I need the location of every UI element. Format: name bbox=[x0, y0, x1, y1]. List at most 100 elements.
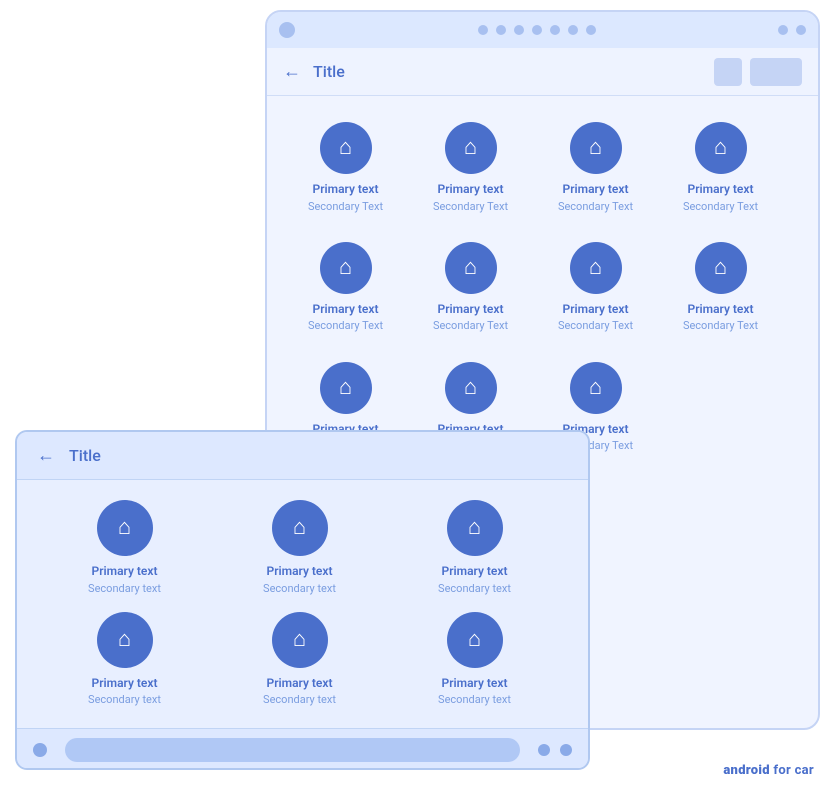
phone-toolbar-actions bbox=[714, 58, 802, 86]
item-secondary: Secondary text bbox=[88, 582, 161, 596]
item-secondary: Secondary Text bbox=[308, 200, 383, 214]
status-dot-large bbox=[279, 22, 295, 38]
tablet-home-icon-circle: ⌂ bbox=[447, 500, 503, 556]
home-icon: ⌂ bbox=[589, 257, 602, 279]
tablet-bottom-bar bbox=[17, 728, 588, 770]
home-icon: ⌂ bbox=[714, 137, 727, 159]
home-icon: ⌂ bbox=[589, 137, 602, 159]
home-icon-circle: ⌂ bbox=[320, 122, 372, 174]
bottom-dot-right-1 bbox=[538, 744, 550, 756]
status-dot-2 bbox=[496, 25, 506, 35]
phone-status-bar bbox=[267, 12, 818, 48]
phone-grid-item-2-3[interactable]: ⌂ Primary text Secondary Text bbox=[533, 232, 658, 344]
home-icon: ⌂ bbox=[468, 517, 481, 539]
tablet-home-icon-circle: ⌂ bbox=[447, 612, 503, 668]
tablet-home-icon-circle: ⌂ bbox=[97, 500, 153, 556]
tablet-grid-item-1-3[interactable]: ⌂ Primary text Secondary text bbox=[387, 492, 562, 604]
tablet-grid-item-2-3[interactable]: ⌂ Primary text Secondary text bbox=[387, 604, 562, 716]
item-secondary: Secondary text bbox=[88, 693, 161, 707]
item-primary: Primary text bbox=[438, 302, 504, 318]
tablet-grid-item-2-1[interactable]: ⌂ Primary text Secondary text bbox=[37, 604, 212, 716]
item-primary: Primary text bbox=[267, 564, 333, 580]
item-primary: Primary text bbox=[313, 182, 379, 198]
tablet-frame: ← Title ⌂ Primary text Secondary text ⌂ … bbox=[15, 430, 590, 770]
item-primary: Primary text bbox=[442, 676, 508, 692]
home-icon: ⌂ bbox=[468, 629, 481, 651]
home-icon-circle: ⌂ bbox=[570, 242, 622, 294]
android-label: android for car bbox=[723, 763, 814, 778]
item-secondary: Secondary Text bbox=[558, 319, 633, 333]
phone-grid-item-1-2[interactable]: ⌂ Primary text Secondary Text bbox=[408, 112, 533, 224]
home-icon-circle: ⌂ bbox=[570, 362, 622, 414]
phone-grid-item-2-1[interactable]: ⌂ Primary text Secondary Text bbox=[283, 232, 408, 344]
home-icon: ⌂ bbox=[339, 257, 352, 279]
tablet-grid-item-1-1[interactable]: ⌂ Primary text Secondary text bbox=[37, 492, 212, 604]
phone-toolbar: ← Title bbox=[267, 48, 818, 96]
phone-grid-row-1: ⌂ Primary text Secondary Text ⌂ Primary … bbox=[283, 112, 802, 224]
tablet-home-icon-circle: ⌂ bbox=[97, 612, 153, 668]
phone-grid-item-1-3[interactable]: ⌂ Primary text Secondary Text bbox=[533, 112, 658, 224]
item-secondary: Secondary text bbox=[263, 582, 336, 596]
phone-grid-item-1-4[interactable]: ⌂ Primary text Secondary Text bbox=[658, 112, 783, 224]
item-primary: Primary text bbox=[688, 182, 754, 198]
item-secondary: Secondary Text bbox=[433, 200, 508, 214]
item-secondary: Secondary Text bbox=[683, 200, 758, 214]
home-icon: ⌂ bbox=[118, 517, 131, 539]
item-primary: Primary text bbox=[92, 676, 158, 692]
item-secondary: Secondary text bbox=[438, 582, 511, 596]
tablet-back-arrow[interactable]: ← bbox=[37, 445, 55, 466]
home-icon: ⌂ bbox=[339, 137, 352, 159]
phone-toolbar-button[interactable] bbox=[750, 58, 802, 86]
phone-title: Title bbox=[313, 62, 345, 81]
tablet-content: ⌂ Primary text Secondary text ⌂ Primary … bbox=[17, 480, 588, 728]
tablet-grid-item-1-2[interactable]: ⌂ Primary text Secondary text bbox=[212, 492, 387, 604]
phone-grid-item-1-1[interactable]: ⌂ Primary text Secondary Text bbox=[283, 112, 408, 224]
tablet-grid-row-2: ⌂ Primary text Secondary text ⌂ Primary … bbox=[37, 604, 568, 716]
tablet-home-icon-circle: ⌂ bbox=[272, 500, 328, 556]
tablet-toolbar: ← Title bbox=[17, 432, 588, 480]
item-primary: Primary text bbox=[92, 564, 158, 580]
status-dot-r2 bbox=[796, 25, 806, 35]
phone-grid-item-2-4[interactable]: ⌂ Primary text Secondary Text bbox=[658, 232, 783, 344]
home-icon-circle: ⌂ bbox=[445, 242, 497, 294]
home-icon: ⌂ bbox=[464, 137, 477, 159]
item-primary: Primary text bbox=[442, 564, 508, 580]
home-icon: ⌂ bbox=[464, 377, 477, 399]
item-secondary: Secondary Text bbox=[308, 319, 383, 333]
tablet-grid-item-2-2[interactable]: ⌂ Primary text Secondary text bbox=[212, 604, 387, 716]
item-secondary: Secondary text bbox=[438, 693, 511, 707]
home-icon-circle: ⌂ bbox=[445, 122, 497, 174]
home-icon: ⌂ bbox=[293, 629, 306, 651]
item-secondary: Secondary Text bbox=[683, 319, 758, 333]
status-dot-6 bbox=[568, 25, 578, 35]
home-icon-circle: ⌂ bbox=[445, 362, 497, 414]
item-secondary: Secondary text bbox=[263, 693, 336, 707]
home-icon-circle: ⌂ bbox=[570, 122, 622, 174]
phone-grid-item-2-2[interactable]: ⌂ Primary text Secondary Text bbox=[408, 232, 533, 344]
phone-back-arrow[interactable]: ← bbox=[283, 61, 301, 82]
tablet-title: Title bbox=[69, 446, 101, 465]
item-primary: Primary text bbox=[563, 302, 629, 318]
item-primary: Primary text bbox=[313, 302, 379, 318]
bottom-dot-right-2 bbox=[560, 744, 572, 756]
item-secondary: Secondary Text bbox=[433, 319, 508, 333]
status-dot-5 bbox=[550, 25, 560, 35]
tablet-grid-row-1: ⌂ Primary text Secondary text ⌂ Primary … bbox=[37, 492, 568, 604]
status-dot-3 bbox=[514, 25, 524, 35]
home-icon-circle: ⌂ bbox=[695, 122, 747, 174]
home-icon: ⌂ bbox=[118, 629, 131, 651]
home-icon: ⌂ bbox=[589, 377, 602, 399]
item-primary: Primary text bbox=[438, 182, 504, 198]
status-dot-1 bbox=[478, 25, 488, 35]
home-icon: ⌂ bbox=[293, 517, 306, 539]
home-icon-circle: ⌂ bbox=[695, 242, 747, 294]
phone-grid-row-2: ⌂ Primary text Secondary Text ⌂ Primary … bbox=[283, 232, 802, 344]
phone-toolbar-icon[interactable] bbox=[714, 58, 742, 86]
item-primary: Primary text bbox=[688, 302, 754, 318]
bottom-pill bbox=[65, 738, 520, 762]
home-icon: ⌂ bbox=[714, 257, 727, 279]
item-secondary: Secondary Text bbox=[558, 200, 633, 214]
bottom-dot-left bbox=[33, 743, 47, 757]
home-icon-circle: ⌂ bbox=[320, 242, 372, 294]
status-dot-7 bbox=[586, 25, 596, 35]
